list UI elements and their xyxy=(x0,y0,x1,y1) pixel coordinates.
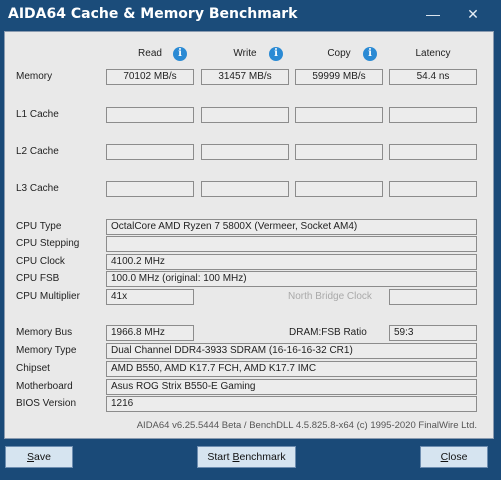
l3-cache-label: L3 Cache xyxy=(16,183,59,194)
bios-version-label: BIOS Version xyxy=(16,398,77,409)
memory-read-value: 70102 MB/s xyxy=(106,69,194,85)
cpu-multiplier-value: 41x xyxy=(106,289,194,305)
memory-latency-value: 54.4 ns xyxy=(389,69,477,85)
l2-latency-value xyxy=(389,144,477,160)
close-button[interactable]: Close xyxy=(420,446,488,468)
l2-copy-value xyxy=(295,144,383,160)
cpu-multiplier-label: CPU Multiplier xyxy=(16,291,80,302)
l3-read-value xyxy=(106,181,194,197)
copy-info-icon[interactable]: i xyxy=(363,47,377,61)
l1-read-value xyxy=(106,107,194,123)
read-info-icon[interactable]: i xyxy=(173,47,187,61)
memory-write-value: 31457 MB/s xyxy=(201,69,289,85)
write-info-icon[interactable]: i xyxy=(269,47,283,61)
motherboard-label: Motherboard xyxy=(16,381,73,392)
chipset-label: Chipset xyxy=(16,363,50,374)
l3-write-value xyxy=(201,181,289,197)
memory-type-label: Memory Type xyxy=(16,345,77,356)
cpu-type-label: CPU Type xyxy=(16,221,62,232)
l2-write-value xyxy=(201,144,289,160)
l3-latency-value xyxy=(389,181,477,197)
chipset-value: AMD B550, AMD K17.7 FCH, AMD K17.7 IMC xyxy=(106,361,477,377)
l1-cache-label: L1 Cache xyxy=(16,109,59,120)
header-latency: Latency xyxy=(415,48,451,59)
memory-copy-value: 59999 MB/s xyxy=(295,69,383,85)
close-window-button[interactable]: ✕ xyxy=(460,4,486,24)
north-bridge-clock-label: North Bridge Clock xyxy=(288,291,372,302)
l2-cache-label: L2 Cache xyxy=(16,146,59,157)
memory-bus-label: Memory Bus xyxy=(16,327,73,338)
l3-copy-value xyxy=(295,181,383,197)
start-benchmark-button[interactable]: Start Benchmark xyxy=(197,446,296,468)
minimize-button[interactable]: — xyxy=(420,4,446,24)
cpu-clock-label: CPU Clock xyxy=(16,256,65,267)
l1-copy-value xyxy=(295,107,383,123)
window-title: AIDA64 Cache & Memory Benchmark xyxy=(8,6,298,22)
cpu-stepping-label: CPU Stepping xyxy=(16,238,80,249)
memory-bus-value: 1966.8 MHz xyxy=(106,325,194,341)
dram-fsb-ratio-label: DRAM:FSB Ratio xyxy=(289,327,367,338)
cpu-type-value: OctalCore AMD Ryzen 7 5800X (Vermeer, So… xyxy=(106,219,477,235)
version-footer: AIDA64 v6.25.5444 Beta / BenchDLL 4.5.82… xyxy=(136,420,477,431)
dram-fsb-ratio-value: 59:3 xyxy=(389,325,477,341)
bios-version-value: 1216 xyxy=(106,396,477,412)
memory-type-value: Dual Channel DDR4-3933 SDRAM (16-16-16-3… xyxy=(106,343,477,359)
title-bar: AIDA64 Cache & Memory Benchmark — ✕ xyxy=(0,0,501,30)
north-bridge-clock-value xyxy=(389,289,477,305)
cpu-clock-value: 4100.2 MHz xyxy=(106,254,477,270)
cpu-fsb-value: 100.0 MHz (original: 100 MHz) xyxy=(106,271,477,287)
motherboard-value: Asus ROG Strix B550-E Gaming xyxy=(106,379,477,395)
save-button[interactable]: Save xyxy=(5,446,73,468)
cpu-stepping-value xyxy=(106,236,477,252)
benchmark-panel: Read i Write i Copy i Latency Memory 701… xyxy=(4,31,494,439)
memory-label: Memory xyxy=(16,71,53,82)
l1-latency-value xyxy=(389,107,477,123)
l1-write-value xyxy=(201,107,289,123)
cpu-fsb-label: CPU FSB xyxy=(16,273,60,284)
l2-read-value xyxy=(106,144,194,160)
